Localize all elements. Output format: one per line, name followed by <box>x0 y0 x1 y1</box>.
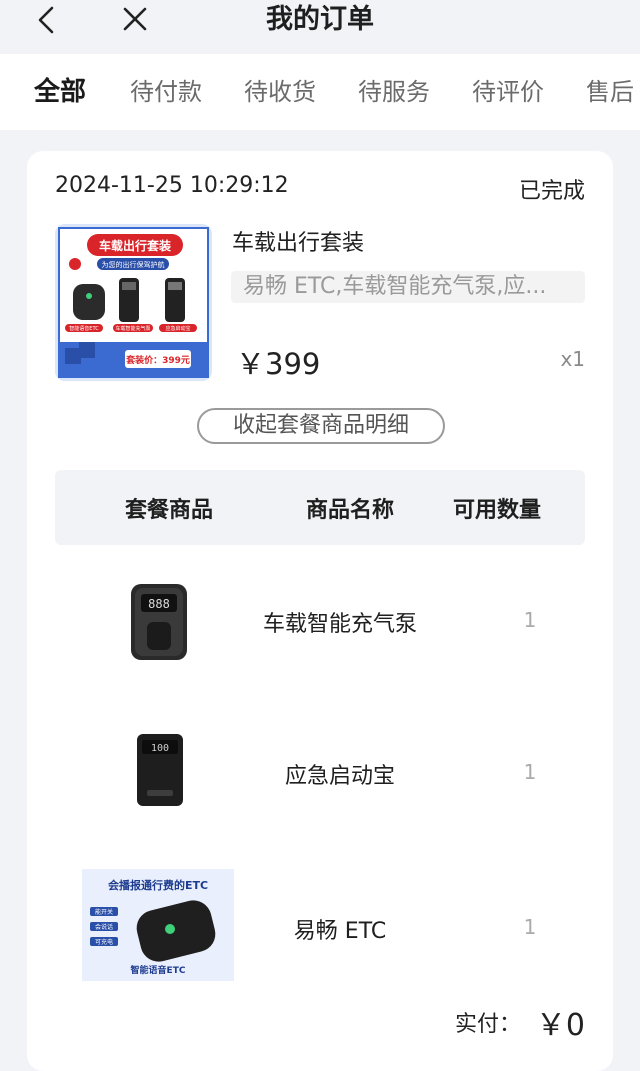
svg-text:100: 100 <box>151 743 169 754</box>
row-product-name: 易畅 ETC <box>293 919 387 944</box>
etc-image-tag-3: 可充电 <box>95 938 113 946</box>
row-quantity: 1 <box>523 760 537 784</box>
row-quantity: 1 <box>523 608 537 632</box>
tab-pending-service[interactable]: 待服务 <box>358 76 430 108</box>
header-product-name: 商品名称 <box>306 498 395 523</box>
etc-image-headline: 会播报通行费的ETC <box>108 878 208 892</box>
product-thumbnail[interactable]: 车载出行套装 为您的出行保驾护航 智能语音ETC 车载智能充气泵 应急启动宝 套… <box>55 224 212 381</box>
order-datetime: 2024-11-25 10:29:12 <box>55 173 289 198</box>
etc-image-footer: 智能语音ETC <box>131 964 186 976</box>
thumb-price-badge: 套装价：399元 <box>126 354 190 366</box>
package-table-header: 套餐商品 商品名称 可用数量 <box>55 470 585 545</box>
thumb-caption-3: 应急启动宝 <box>165 325 190 332</box>
table-row: 100 应急启动宝 1 <box>55 706 585 836</box>
etc-image-tag-2: 会说话 <box>95 923 113 931</box>
order-tabs: 全部 待付款 待收货 待服务 待评价 售后 <box>0 54 640 130</box>
jump-starter-image: 100 <box>133 732 187 812</box>
product-price: ￥399 <box>236 347 321 381</box>
header-package-item: 套餐商品 <box>125 498 214 523</box>
tab-pending-review[interactable]: 待评价 <box>472 76 544 108</box>
paid-label: 实付： <box>454 1012 521 1037</box>
thumb-subline: 为您的出行保驾护航 <box>102 260 165 269</box>
thumb-headline: 车载出行套装 <box>99 238 171 253</box>
table-row: 888 车载智能充气泵 1 <box>55 556 585 686</box>
product-quantity: x1 <box>560 347 585 371</box>
tab-all[interactable]: 全部 <box>34 76 86 108</box>
table-row: 会播报通行费的ETC 能开关 会说话 可充电 智能语音ETC 易畅 ETC 1 <box>55 859 585 989</box>
tab-pending-payment[interactable]: 待付款 <box>130 76 202 108</box>
order-card[interactable]: 2024-11-25 10:29:12 已完成 车载出行套装 为您的出行保驾护航… <box>27 151 613 1071</box>
tab-after-sales[interactable]: 售后 <box>586 76 634 108</box>
row-product-name: 应急启动宝 <box>284 764 395 789</box>
thumb-caption-1: 智能语音ETC <box>69 325 99 332</box>
svg-text:888: 888 <box>148 597 170 611</box>
top-bar: 我的订单 <box>0 0 640 54</box>
paid-amount: ￥0 <box>535 1008 585 1043</box>
product-description: 易畅 ETC,车载智能充气泵,应... <box>231 271 585 303</box>
thumb-caption-2: 车载智能充气泵 <box>115 325 150 332</box>
header-available-qty: 可用数量 <box>453 498 542 523</box>
order-status: 已完成 <box>518 179 585 204</box>
row-product-name: 车载智能充气泵 <box>262 612 417 637</box>
collapse-details-button[interactable]: 收起套餐商品明细 <box>197 408 445 444</box>
tab-pending-receipt[interactable]: 待收货 <box>244 76 316 108</box>
row-quantity: 1 <box>523 915 537 939</box>
product-title[interactable]: 车载出行套装 <box>232 225 364 257</box>
page-title: 我的订单 <box>266 4 374 35</box>
air-pump-image: 888 <box>125 580 193 668</box>
etc-image-tag-1: 能开关 <box>95 908 113 916</box>
